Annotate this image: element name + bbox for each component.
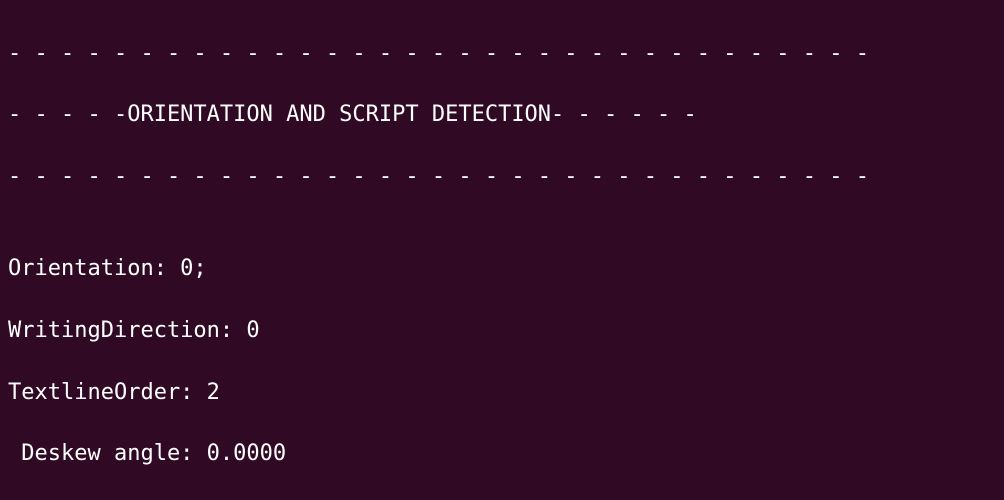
orientation-line: Orientation: 0; <box>8 254 996 285</box>
textline-order-line: TextlineOrder: 2 <box>8 378 996 409</box>
divider-bottom: - - - - - - - - - - - - - - - - - - - - … <box>8 162 996 193</box>
writing-direction-line: WritingDirection: 0 <box>8 316 996 347</box>
section-header: - - - - -ORIENTATION AND SCRIPT DETECTIO… <box>8 100 996 131</box>
divider-top: - - - - - - - - - - - - - - - - - - - - … <box>8 39 996 70</box>
terminal-output: - - - - - - - - - - - - - - - - - - - - … <box>0 0 1004 500</box>
deskew-angle-line: Deskew angle: 0.0000 <box>8 439 996 470</box>
